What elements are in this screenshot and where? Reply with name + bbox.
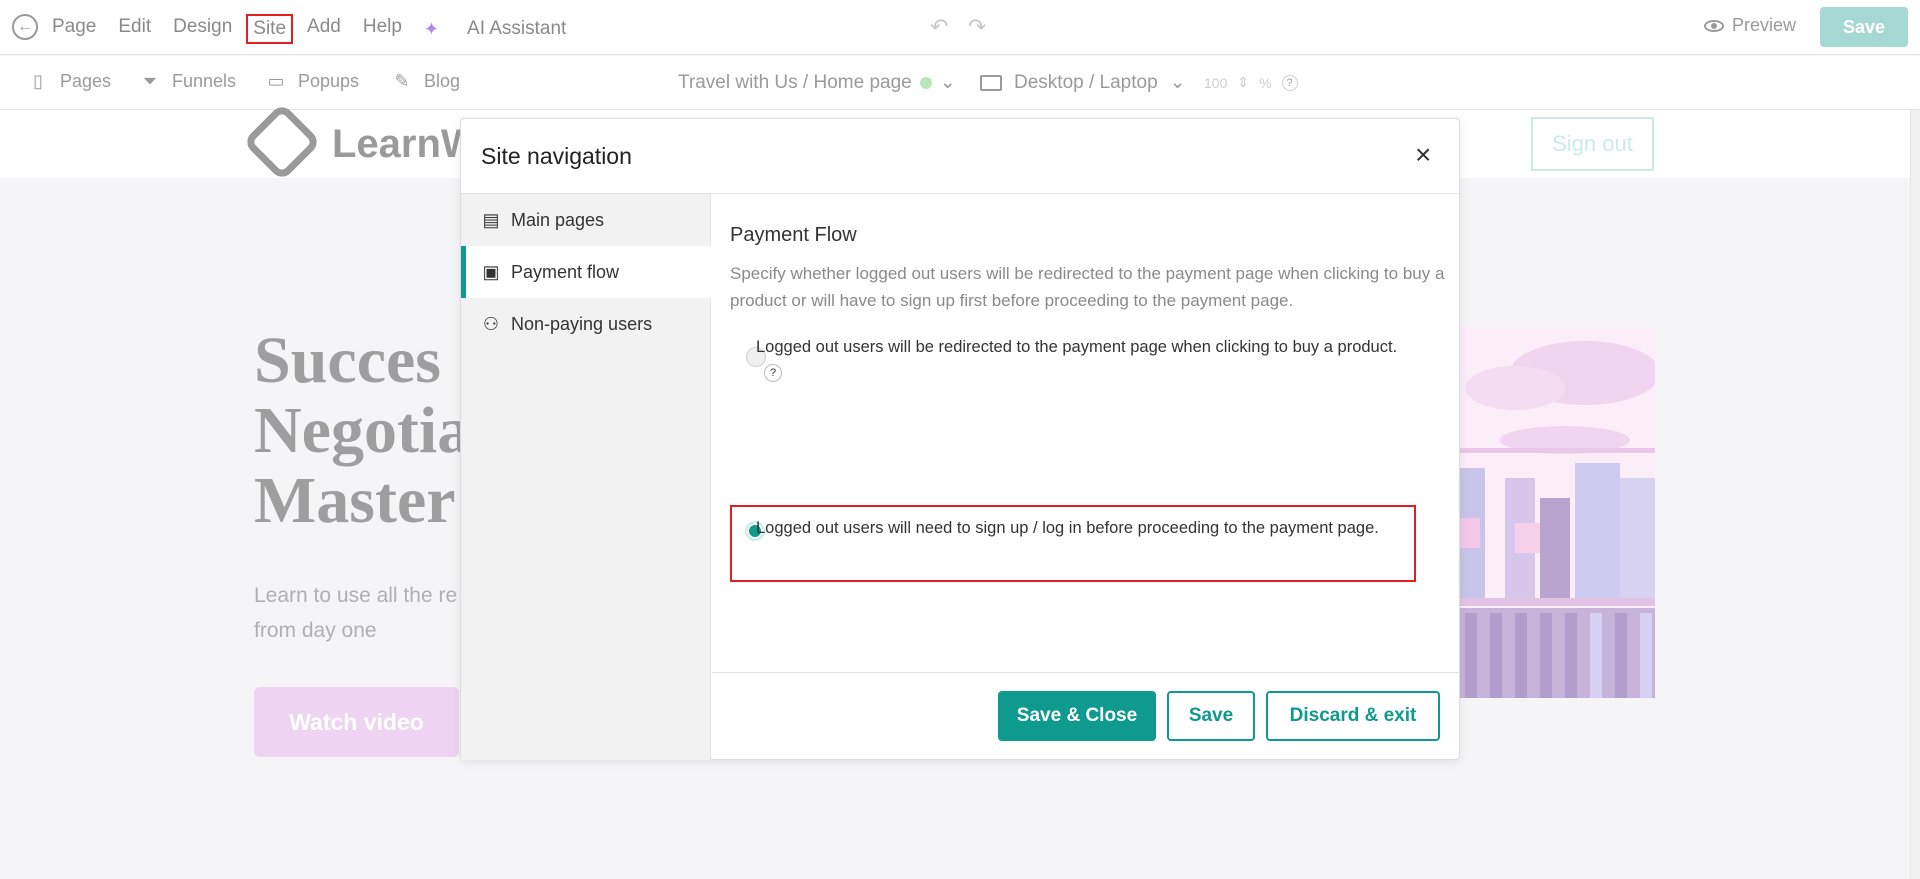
funnels-tab[interactable]: ⏷ Funnels: [140, 71, 236, 92]
menu-site[interactable]: Site: [246, 14, 294, 44]
page-selector[interactable]: Travel with Us / Home page ⌄: [678, 71, 956, 94]
secondary-toolbar: ▯ Pages ⏷ Funnels ▭ Popups ✎ Blog Travel…: [0, 56, 1920, 110]
hero-line: Succes: [254, 324, 441, 397]
hero-subtitle: Learn to use all the re from day one: [254, 578, 457, 648]
monitor-icon: [980, 74, 1002, 91]
ai-assistant-label: AI Assistant: [467, 18, 567, 39]
option-require-signup[interactable]: Logged out users will need to sign up / …: [756, 516, 1416, 541]
eye-icon: [1704, 19, 1724, 32]
device-label: Desktop / Laptop: [1014, 71, 1158, 93]
hero-sub-line: Learn to use all the re: [254, 584, 458, 607]
status-dot-icon: [919, 76, 932, 89]
modal-sidebar: ▤ Main pages ▣ Payment flow ⚇ Non-paying…: [461, 194, 711, 760]
pages-tab[interactable]: ▯ Pages: [28, 71, 111, 92]
chevron-down-icon: ⌄: [939, 72, 956, 93]
menu-add[interactable]: Add: [307, 14, 341, 44]
modal-footer: Save & Close Save Discard & exit: [712, 672, 1460, 760]
back-icon[interactable]: ←: [12, 14, 38, 40]
help-icon[interactable]: ?: [764, 363, 782, 382]
menu-help[interactable]: Help: [363, 14, 402, 44]
popup-icon: ▭: [267, 71, 285, 91]
chevron-down-icon: ⌄: [1169, 72, 1186, 93]
funnels-label: Funnels: [172, 71, 237, 91]
edit-document-icon: ✎: [394, 71, 410, 91]
save-button[interactable]: Save: [1167, 691, 1255, 741]
zoom-control: 100 ⇕ % ?: [1204, 74, 1298, 91]
menu-ai-assistant[interactable]: ✦ AI Assistant: [424, 14, 588, 44]
device-selector[interactable]: Desktop / Laptop ⌄: [980, 71, 1186, 94]
preview-label: Preview: [1732, 15, 1797, 35]
hero-line: Master: [254, 464, 456, 537]
option-label: Logged out users will be redirected to t…: [756, 338, 1398, 356]
close-icon[interactable]: ×: [1415, 141, 1431, 169]
save-and-close-button[interactable]: Save & Close: [998, 691, 1156, 741]
help-icon[interactable]: ?: [1281, 74, 1298, 91]
hero-title: Succes Negotia Master: [254, 326, 470, 536]
discard-and-exit-button[interactable]: Discard & exit: [1266, 691, 1440, 741]
funnel-icon: ⏷: [142, 71, 158, 91]
top-menu-bar: ← Page Edit Design Site Add Help ✦ AI As…: [0, 0, 1920, 55]
sidebar-item-non-paying-users[interactable]: ⚇ Non-paying users: [461, 298, 711, 350]
sidebar-item-payment-flow[interactable]: ▣ Payment flow: [461, 246, 711, 298]
menu-design[interactable]: Design: [173, 14, 232, 44]
pages-label: Pages: [60, 71, 112, 91]
undo-icon[interactable]: ↶: [930, 14, 948, 40]
logo-text: LearnW: [332, 122, 479, 166]
modal-title: Site navigation: [481, 143, 632, 169]
sidebar-item-label: Non-paying users: [511, 313, 653, 334]
option-redirect-payment[interactable]: Logged out users will be redirected to t…: [756, 335, 1416, 385]
modal-header: Site navigation ×: [461, 119, 1461, 194]
redo-icon[interactable]: ↷: [968, 14, 986, 40]
top-save-button[interactable]: Save: [1820, 7, 1908, 47]
page-icon: ▤: [482, 209, 500, 230]
hero-sub-line: from day one: [254, 619, 377, 642]
sparkle-icon: ✦: [423, 19, 440, 39]
blog-label: Blog: [424, 71, 461, 91]
page-selector-label: Travel with Us / Home page: [678, 71, 912, 93]
section-description: Specify whether logged out users will be…: [730, 264, 1445, 310]
blog-tab[interactable]: ✎ Blog: [392, 71, 460, 92]
menu-page[interactable]: Page: [52, 14, 96, 44]
stepper-icon[interactable]: ⇕: [1237, 74, 1249, 91]
document-icon: ▯: [33, 71, 43, 91]
wallet-icon: ▣: [482, 261, 500, 282]
users-icon: ⚇: [482, 313, 500, 334]
sign-out-button[interactable]: Sign out: [1531, 117, 1654, 171]
canvas-scrollbar[interactable]: [1910, 110, 1920, 879]
zoom-input[interactable]: 100: [1204, 75, 1227, 91]
section-title: Payment Flow: [730, 224, 857, 246]
sidebar-item-label: Main pages: [511, 209, 605, 230]
option-label: Logged out users will need to sign up / …: [756, 519, 1379, 537]
site-navigation-modal: Site navigation × ▤ Main pages ▣ Payment…: [460, 118, 1461, 760]
popups-tab[interactable]: ▭ Popups: [266, 71, 359, 92]
preview-button[interactable]: Preview: [1704, 15, 1796, 36]
sidebar-item-main-pages[interactable]: ▤ Main pages: [461, 194, 711, 246]
menu-edit[interactable]: Edit: [118, 14, 151, 44]
watch-video-button[interactable]: Watch video: [254, 687, 459, 757]
popups-label: Popups: [298, 71, 360, 91]
main-menu: Page Edit Design Site Add Help ✦ AI Assi…: [52, 14, 610, 44]
sidebar-item-label: Payment flow: [511, 261, 620, 282]
zoom-unit: %: [1259, 74, 1272, 91]
city-illustration: [1455, 328, 1655, 698]
hero-line: Negotia: [254, 394, 471, 467]
